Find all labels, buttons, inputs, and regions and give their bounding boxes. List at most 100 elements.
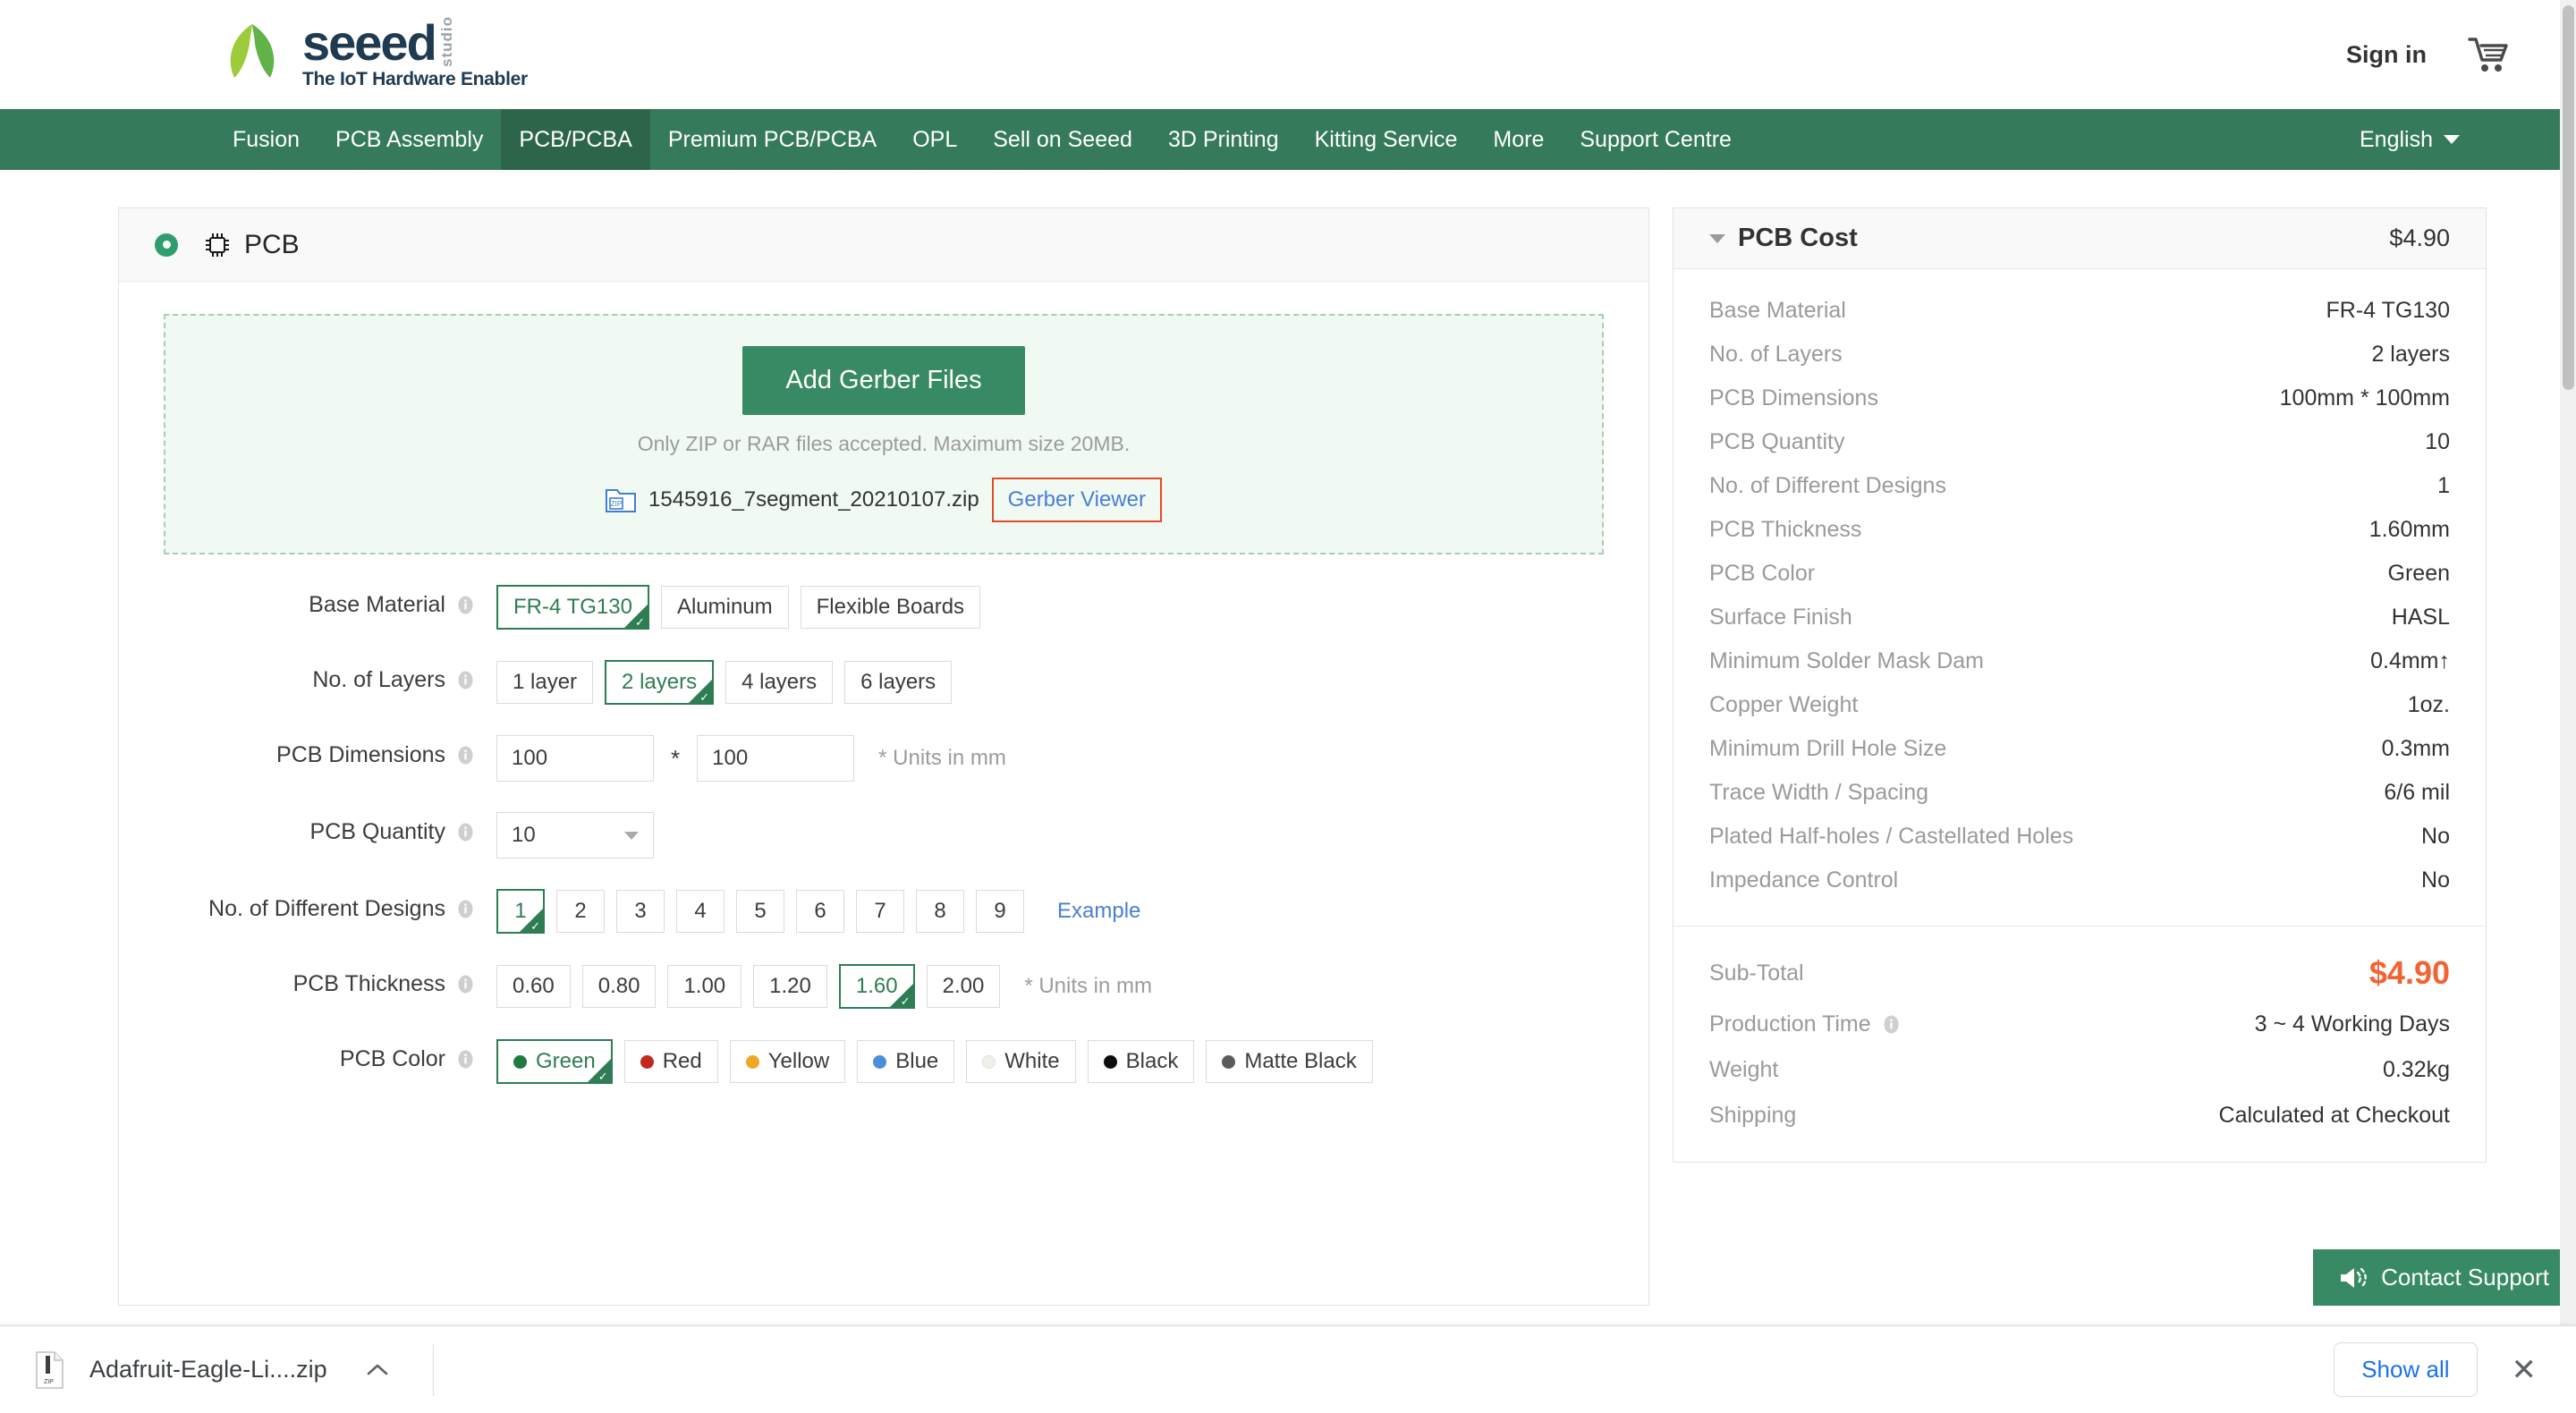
chip-base-material-aluminum[interactable]: Aluminum bbox=[661, 586, 789, 629]
info-icon[interactable] bbox=[456, 596, 475, 614]
nav-item-3d-printing[interactable]: 3D Printing bbox=[1150, 109, 1297, 170]
cost-panel-header[interactable]: PCB Cost $4.90 bbox=[1674, 208, 2486, 269]
chip-color-matte-black[interactable]: Matte Black bbox=[1206, 1040, 1372, 1083]
option-controls-no-of-layers: 1 layer 2 layers✓ 4 layers 6 layers bbox=[475, 660, 952, 705]
chevron-up-icon[interactable] bbox=[363, 1361, 392, 1379]
info-icon[interactable] bbox=[456, 671, 475, 690]
logo-wordmark: seeed bbox=[302, 19, 436, 66]
chip-color-black[interactable]: Black bbox=[1088, 1040, 1195, 1083]
chip-label: Green bbox=[536, 1049, 596, 1073]
chip-no-of-different-designs-2[interactable]: 2 bbox=[556, 890, 605, 933]
zip-file-icon: ZIP bbox=[34, 1351, 64, 1389]
chip-label: 9 bbox=[994, 899, 1005, 923]
chip-base-material-fr-4-tg130[interactable]: FR-4 TG130✓ bbox=[496, 585, 649, 630]
page-scrollbar-thumb[interactable] bbox=[2563, 5, 2574, 390]
chip-pcb-thickness-2-00[interactable]: 2.00 bbox=[927, 965, 1001, 1008]
info-icon[interactable] bbox=[456, 975, 475, 994]
chip-color-white[interactable]: White bbox=[966, 1040, 1075, 1083]
chevron-down-icon bbox=[624, 832, 639, 840]
spec-row: No. of Layers2 layers bbox=[1709, 333, 2450, 377]
chip-no-of-different-designs-7[interactable]: 7 bbox=[856, 890, 904, 933]
dimension-separator: * bbox=[671, 745, 680, 773]
example-link[interactable]: Example bbox=[1057, 899, 1140, 924]
spec-value: Green bbox=[2388, 561, 2450, 587]
svg-text:ZIP: ZIP bbox=[611, 500, 622, 508]
nav-item-pcb-pcba[interactable]: PCB/PCBA bbox=[501, 109, 649, 170]
page-scrollbar-track[interactable] bbox=[2560, 0, 2576, 1325]
chip-no-of-different-designs-1[interactable]: 1✓ bbox=[496, 889, 545, 934]
nav-item-fusion[interactable]: Fusion bbox=[215, 109, 318, 170]
chip-label: Matte Black bbox=[1244, 1049, 1356, 1073]
sign-in-link[interactable]: Sign in bbox=[2346, 41, 2427, 69]
uploaded-file-name: 1545916_7segment_20210107.zip bbox=[648, 487, 979, 512]
chip-color-green[interactable]: Green✓ bbox=[496, 1039, 613, 1084]
pcb-radio-button[interactable] bbox=[155, 233, 178, 257]
svg-text:ZIP: ZIP bbox=[44, 1379, 54, 1385]
close-icon[interactable]: ✕ bbox=[2506, 1350, 2543, 1391]
info-icon[interactable] bbox=[456, 823, 475, 842]
language-selector[interactable]: English bbox=[2360, 109, 2460, 170]
nav-item-sell-on-seeed[interactable]: Sell on Seeed bbox=[975, 109, 1150, 170]
contact-support-button[interactable]: Contact Support bbox=[2313, 1249, 2576, 1306]
add-gerber-files-button[interactable]: Add Gerber Files bbox=[742, 346, 1024, 415]
spec-value: No bbox=[2421, 824, 2450, 850]
chip-label: Red bbox=[663, 1049, 702, 1073]
chip-no-of-different-designs-6[interactable]: 6 bbox=[796, 890, 844, 933]
nav-item-more[interactable]: More bbox=[1475, 109, 1562, 170]
chip-color-yellow[interactable]: Yellow bbox=[730, 1040, 846, 1083]
chevron-down-icon bbox=[2444, 135, 2460, 144]
chip-pcb-thickness-1-00[interactable]: 1.00 bbox=[667, 965, 741, 1008]
option-label-text: No. of Different Designs bbox=[208, 889, 445, 928]
chip-no-of-layers-2-layers[interactable]: 2 layers✓ bbox=[605, 660, 714, 705]
totals-list: Sub-Total$4.90Production Time3 ~ 4 Worki… bbox=[1674, 926, 2486, 1162]
chip-pcb-thickness-1-60[interactable]: 1.60✓ bbox=[839, 964, 915, 1009]
chip-no-of-different-designs-9[interactable]: 9 bbox=[976, 890, 1024, 933]
color-swatch bbox=[982, 1055, 996, 1069]
chip-label: Aluminum bbox=[677, 595, 773, 619]
chip-label: 4 layers bbox=[741, 670, 817, 694]
pcb-width-input[interactable] bbox=[496, 735, 654, 782]
spec-value: 100mm * 100mm bbox=[2280, 385, 2450, 411]
chip-no-of-different-designs-3[interactable]: 3 bbox=[616, 890, 665, 933]
info-icon[interactable] bbox=[456, 900, 475, 918]
info-icon[interactable] bbox=[456, 1050, 475, 1069]
show-all-downloads-button[interactable]: Show all bbox=[2334, 1342, 2477, 1397]
browser-download-bar: ZIP Adafruit-Eagle-Li....zip Show all ✕ bbox=[0, 1325, 2576, 1413]
spec-value: 6/6 mil bbox=[2384, 780, 2450, 806]
spec-key: PCB Dimensions bbox=[1709, 385, 1878, 411]
gerber-upload-dropzone[interactable]: Add Gerber Files Only ZIP or RAR files a… bbox=[164, 314, 1604, 554]
chip-color-red[interactable]: Red bbox=[624, 1040, 718, 1083]
chip-no-of-different-designs-8[interactable]: 8 bbox=[916, 890, 964, 933]
download-item[interactable]: ZIP Adafruit-Eagle-Li....zip bbox=[34, 1351, 392, 1389]
chip-label: Blue bbox=[895, 1049, 938, 1073]
chip-no-of-different-designs-5[interactable]: 5 bbox=[736, 890, 784, 933]
total-key: Shipping bbox=[1709, 1103, 1796, 1129]
language-label: English bbox=[2360, 127, 2433, 153]
info-icon[interactable] bbox=[456, 746, 475, 765]
chip-label: 3 bbox=[634, 899, 646, 923]
chip-pcb-thickness-1-20[interactable]: 1.20 bbox=[753, 965, 827, 1008]
chip-label: 1 bbox=[514, 899, 526, 923]
pcb-quantity-select[interactable]: 10 bbox=[496, 812, 654, 859]
chip-color-blue[interactable]: Blue bbox=[857, 1040, 954, 1083]
nav-item-opl[interactable]: OPL bbox=[894, 109, 975, 170]
chip-no-of-layers-4-layers[interactable]: 4 layers bbox=[725, 661, 833, 704]
gerber-viewer-button[interactable]: Gerber Viewer bbox=[992, 478, 1162, 522]
nav-item-support-centre[interactable]: Support Centre bbox=[1562, 109, 1750, 170]
nav-item-kitting-service[interactable]: Kitting Service bbox=[1297, 109, 1476, 170]
info-icon[interactable] bbox=[1882, 1015, 1901, 1034]
chip-no-of-layers-6-layers[interactable]: 6 layers bbox=[844, 661, 952, 704]
option-controls-pcb-color: Green✓ Red Yellow Blue White Black Matte Black bbox=[475, 1039, 1373, 1084]
chip-pcb-thickness-0-80[interactable]: 0.80 bbox=[582, 965, 657, 1008]
nav-item-premium-pcb-pcba[interactable]: Premium PCB/PCBA bbox=[650, 109, 894, 170]
spec-value: 1.60mm bbox=[2369, 517, 2450, 543]
chip-pcb-thickness-0-60[interactable]: 0.60 bbox=[496, 965, 571, 1008]
shopping-cart-icon[interactable] bbox=[2468, 36, 2509, 73]
pcb-height-input[interactable] bbox=[697, 735, 854, 782]
collapse-triangle-icon[interactable] bbox=[1709, 234, 1725, 243]
seeed-logo[interactable]: seeed studio The IoT Hardware Enabler bbox=[215, 19, 528, 90]
nav-item-pcb-assembly[interactable]: PCB Assembly bbox=[318, 109, 501, 170]
chip-no-of-layers-1-layer[interactable]: 1 layer bbox=[496, 661, 593, 704]
chip-base-material-flexible-boards[interactable]: Flexible Boards bbox=[801, 586, 980, 629]
chip-no-of-different-designs-4[interactable]: 4 bbox=[676, 890, 724, 933]
